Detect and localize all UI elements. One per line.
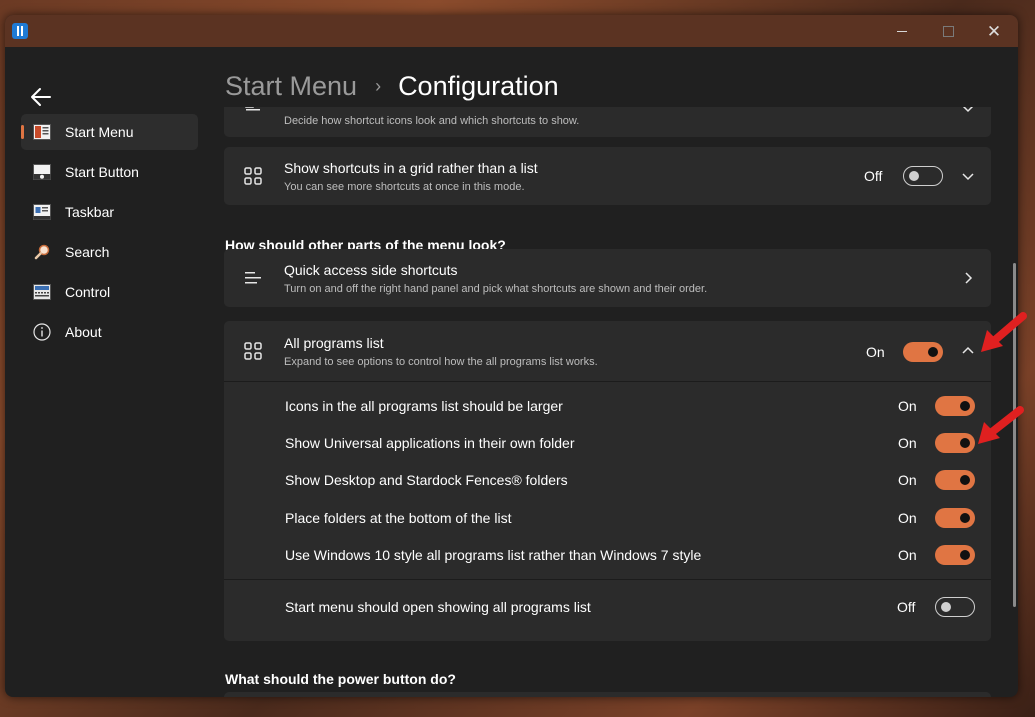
sidebar-item-taskbar[interactable]: Taskbar [21,194,198,230]
option-row: Start menu should open showing all progr… [224,588,991,625]
sidebar: Start Menu Start Button Taskbar Search C [5,47,215,697]
page-title: Configuration [398,70,559,101]
breadcrumb: Start Menu › Configuration [225,66,559,106]
divider [224,579,991,580]
maximize-icon [942,25,954,37]
toggle-state-label: On [898,435,917,451]
close-button[interactable]: ✕ [971,15,1017,47]
section-heading: What should the power button do? [225,671,456,687]
option-label: Start menu should open showing all progr… [285,599,591,615]
toggle-state-label: On [866,344,885,360]
shortcut-layout-icon [242,107,264,119]
all-programs-header[interactable]: All programs list Expand to see options … [224,321,991,381]
card-description: Expand to see options to control how the… [284,356,598,368]
sidebar-item-label: Start Menu [65,124,134,140]
option-label: Show Desktop and Stardock Fences® folder… [285,472,568,488]
card-title: Quick access side shortcuts [284,262,458,278]
maximize-button[interactable] [925,15,971,47]
sidebar-item-label: Start Button [65,164,139,180]
toggle-state-label: Off [897,599,916,615]
close-icon: ✕ [986,21,1002,41]
toggle-state-label: Off [864,168,883,184]
chevron-right-icon[interactable] [961,271,975,285]
all-programs-toggle[interactable] [903,342,943,362]
sidebar-item-start-button[interactable]: Start Button [21,154,198,190]
toggle-state-label: On [898,472,917,488]
back-button[interactable] [29,85,57,109]
desktop-fences-folders-toggle[interactable] [935,470,975,490]
card-description: Decide how shortcut icons look and which… [284,115,580,127]
folders-bottom-toggle[interactable] [935,508,975,528]
all-programs-card: All programs list Expand to see options … [224,321,991,641]
control-icon [33,284,51,300]
quick-access-card[interactable]: Quick access side shortcuts Turn on and … [224,249,991,307]
shortcut-icons-card[interactable]: Decide how shortcut icons look and which… [224,107,991,137]
card-title: All programs list [284,335,384,351]
sidebar-item-label: About [65,324,102,340]
sidebar-item-label: Control [65,284,111,300]
card-description: You can see more shortcuts at once in th… [284,181,525,193]
chevron-down-icon[interactable] [961,107,975,115]
larger-icons-toggle[interactable] [935,396,975,416]
grid-icon [242,165,264,187]
search-icon [33,244,51,260]
taskbar-icon [33,204,51,220]
card-description: Turn on and off the right hand panel and… [284,283,708,295]
toggle-state-label: On [898,547,917,563]
option-row: Icons in the all programs list should be… [224,387,991,424]
option-row: Use Windows 10 style all programs list r… [224,536,991,573]
universal-apps-folder-toggle[interactable] [935,433,975,453]
chevron-up-icon[interactable] [961,344,975,358]
option-row: Place folders at the bottom of the list … [224,499,991,536]
grid-icon [242,340,264,362]
start-button-icon [33,164,51,180]
breadcrumb-parent-link[interactable]: Start Menu [225,71,357,102]
breadcrumb-separator: › [375,75,382,96]
title-bar[interactable]: ✕ [5,15,1018,47]
back-arrow-icon [31,88,51,106]
toggle-state-label: On [898,398,917,414]
option-label: Show Universal applications in their own… [285,435,575,451]
settings-content[interactable]: Decide how shortcut icons look and which… [224,107,992,697]
card-title: Show shortcuts in a grid rather than a l… [284,160,538,176]
minimize-button[interactable] [879,15,925,47]
sidebar-item-start-menu[interactable]: Start Menu [21,114,198,150]
sidebar-item-label: Search [65,244,110,260]
option-row: Show Desktop and Stardock Fences® folder… [224,461,991,498]
sidebar-item-control[interactable]: Control [21,274,198,310]
windows10-style-toggle[interactable] [935,545,975,565]
annotation-arrow-icon [981,312,1027,352]
minimize-icon [897,30,907,32]
app-window: ✕ Start Menu Start Button Taskbar Search… [5,15,1018,697]
grid-shortcuts-card[interactable]: Show shortcuts in a grid rather than a l… [224,147,991,205]
toggle-state-label: On [898,510,917,526]
app-logo-icon [12,23,28,39]
sidebar-item-search[interactable]: Search [21,234,198,270]
grid-toggle[interactable] [903,166,943,186]
power-button-card[interactable] [224,692,991,697]
sidebar-item-about[interactable]: About [21,314,198,350]
option-row: Show Universal applications in their own… [224,424,991,461]
option-label: Place folders at the bottom of the list [285,510,512,526]
option-label: Icons in the all programs list should be… [285,398,563,414]
open-all-programs-toggle[interactable] [935,597,975,617]
start-menu-icon [33,124,51,140]
list-lines-icon [242,267,264,289]
chevron-down-icon[interactable] [961,169,975,183]
sidebar-item-label: Taskbar [65,204,115,220]
annotation-arrow-icon [978,406,1024,444]
option-label: Use Windows 10 style all programs list r… [285,547,702,563]
divider [224,381,991,382]
info-icon [33,323,51,341]
